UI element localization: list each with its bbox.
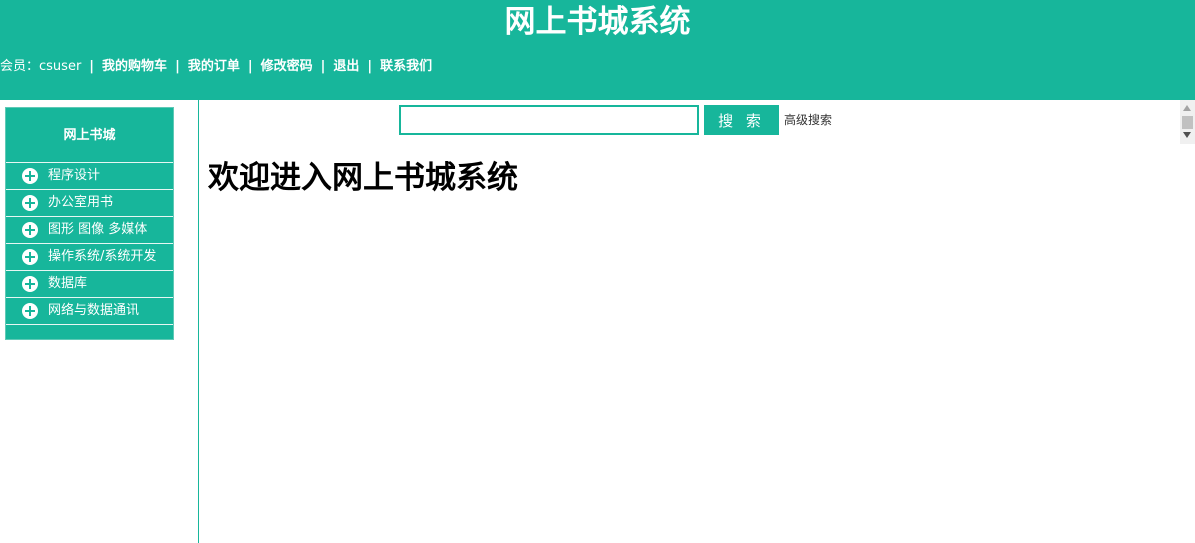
member-username: csuser xyxy=(39,59,82,74)
nav-separator: | xyxy=(89,59,95,74)
category-label: 程序设计 xyxy=(48,168,101,183)
search-button[interactable]: 搜 索 xyxy=(704,105,779,135)
site-title: 网上书城系统 xyxy=(504,4,691,40)
category-panel: 网上书城 程序设计 办公室用书 图形 图像 多媒体 操作系统/系统开发 数据库 … xyxy=(5,107,174,340)
plus-circle-icon[interactable] xyxy=(22,276,38,292)
nav-link-contact[interactable]: 联系我们 xyxy=(380,57,432,77)
top-nav: 会员：csuser | 我的购物车 | 我的订单 | 修改密码 | 退出 | 联系我们 xyxy=(0,57,432,77)
category-item-programming[interactable]: 程序设计 xyxy=(6,163,173,190)
advanced-search-link[interactable]: 高级搜索 xyxy=(784,111,832,129)
category-label: 数据库 xyxy=(48,276,88,291)
nav-separator: | xyxy=(320,59,326,74)
member-label: 会员： xyxy=(0,59,40,74)
nav-link-logout[interactable]: 退出 xyxy=(333,57,359,77)
category-panel-title: 网上书城 xyxy=(6,108,173,163)
plus-circle-icon[interactable] xyxy=(22,303,38,319)
scroll-down-arrow-icon[interactable] xyxy=(1183,132,1191,138)
nav-link-orders[interactable]: 我的订单 xyxy=(188,57,240,77)
category-item-os-development[interactable]: 操作系统/系统开发 xyxy=(6,244,173,271)
category-label: 办公室用书 xyxy=(48,195,114,210)
category-label: 图形 图像 多媒体 xyxy=(48,222,148,237)
header: 网上书城系统 会员：csuser | 我的购物车 | 我的订单 | 修改密码 | 退出 | 联系我们 xyxy=(0,0,1195,100)
nav-separator: | xyxy=(175,59,180,74)
plus-circle-icon[interactable] xyxy=(22,195,38,211)
plus-circle-icon[interactable] xyxy=(22,168,38,184)
category-item-graphics-multimedia[interactable]: 图形 图像 多媒体 xyxy=(6,217,173,244)
nav-link-change-password[interactable]: 修改密码 xyxy=(261,57,313,77)
plus-circle-icon[interactable] xyxy=(22,222,38,238)
sidebar: 网上书城 程序设计 办公室用书 图形 图像 多媒体 操作系统/系统开发 数据库 … xyxy=(0,100,199,543)
frame-scrollbar[interactable] xyxy=(1180,100,1195,144)
category-item-office[interactable]: 办公室用书 xyxy=(6,190,173,217)
category-label: 操作系统/系统开发 xyxy=(48,249,157,264)
nav-separator: | xyxy=(247,59,253,74)
category-item-database[interactable]: 数据库 xyxy=(6,271,173,298)
nav-separator: | xyxy=(367,59,373,74)
plus-circle-icon[interactable] xyxy=(22,249,38,265)
category-label: 网络与数据通讯 xyxy=(48,303,140,318)
nav-link-cart[interactable]: 我的购物车 xyxy=(102,57,167,77)
scroll-thumb[interactable] xyxy=(1182,116,1193,129)
welcome-heading: 欢迎进入网上书城系统 xyxy=(208,160,518,196)
scroll-up-arrow-icon[interactable] xyxy=(1183,105,1191,111)
category-item-networking[interactable]: 网络与数据通讯 xyxy=(6,298,173,325)
search-input[interactable] xyxy=(399,105,699,135)
